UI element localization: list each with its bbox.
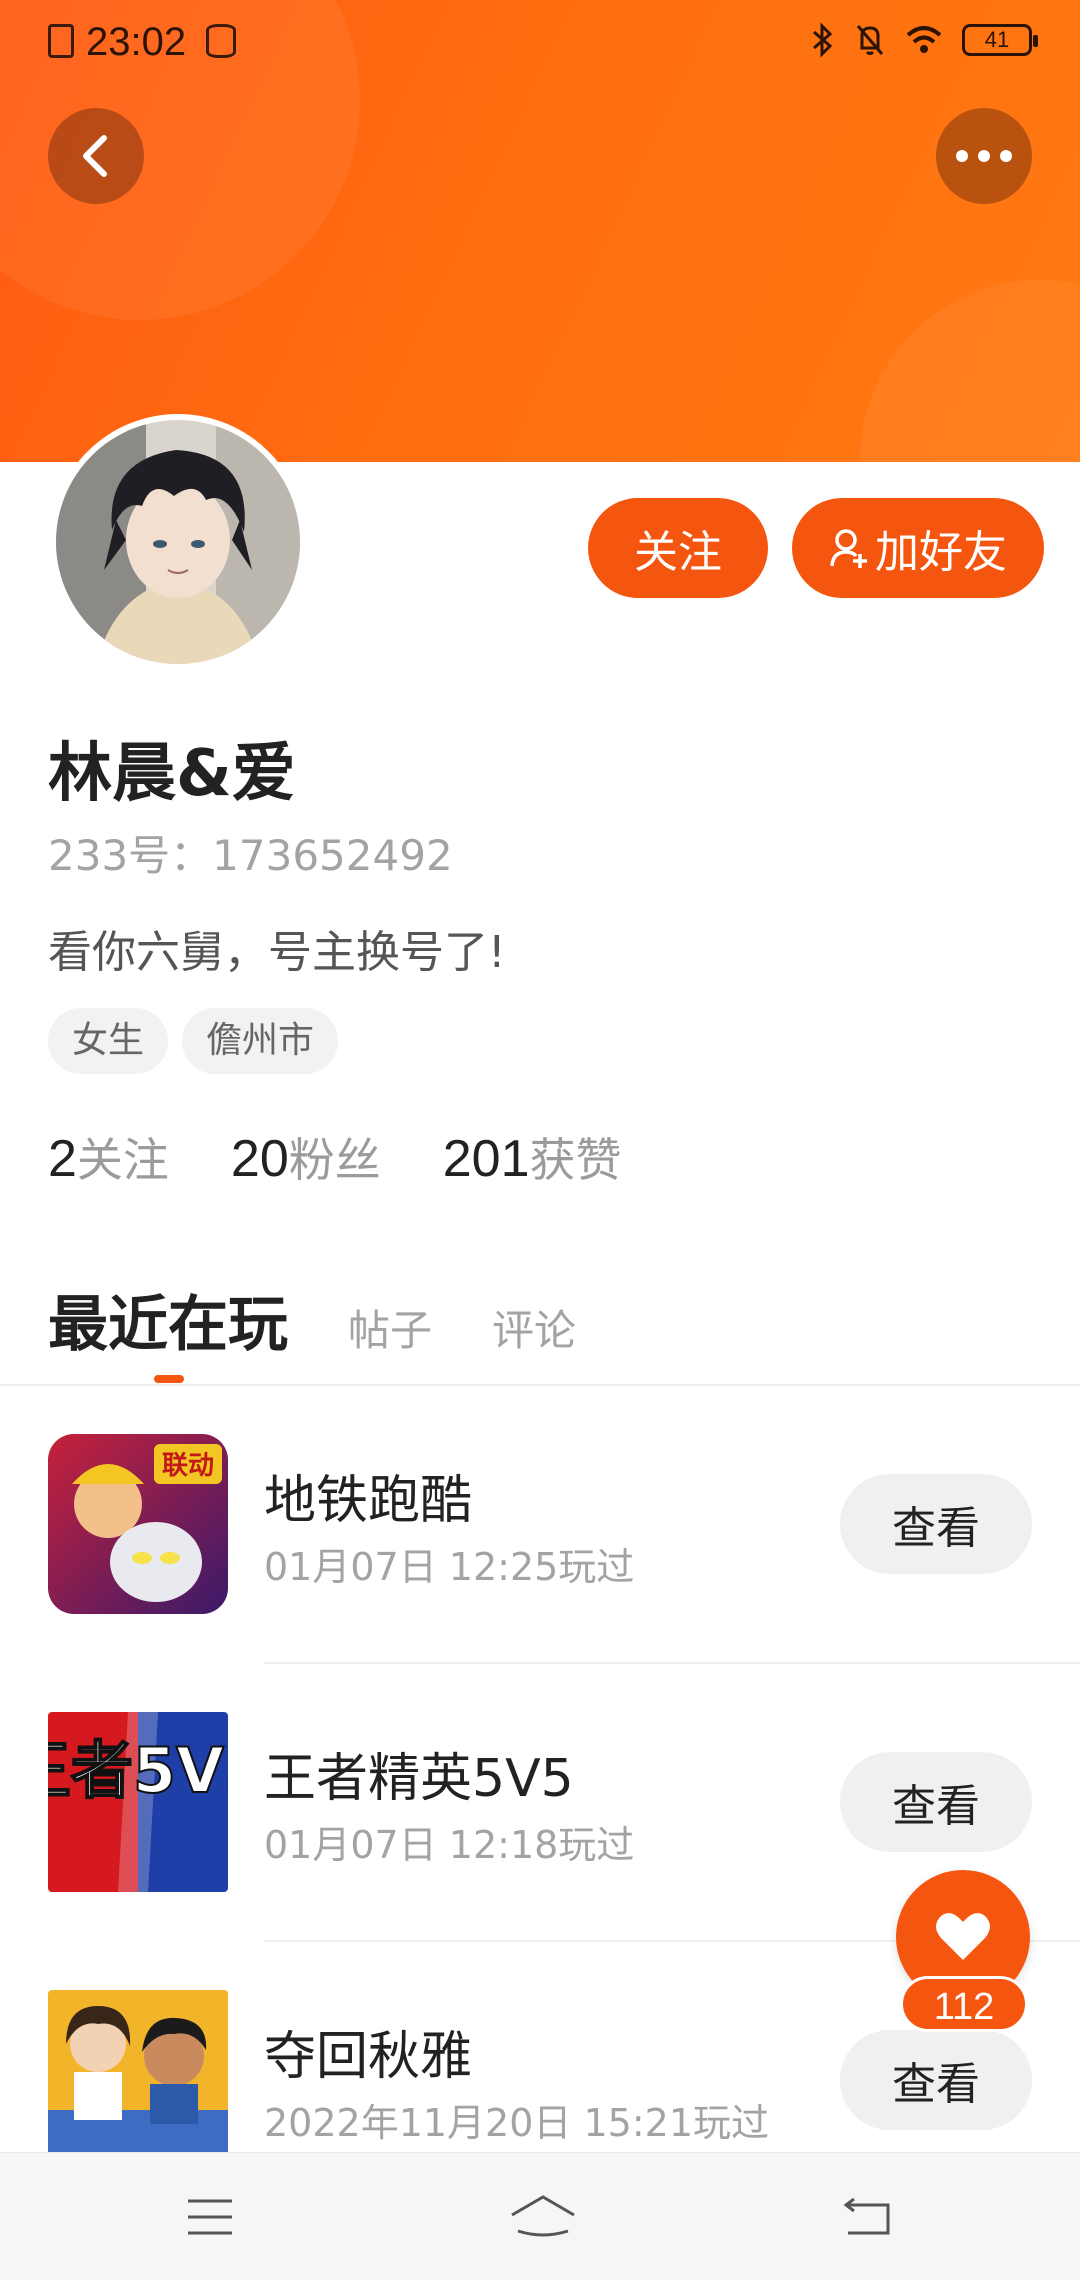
profile-tabs: 最近在玩 帖子 评论 bbox=[48, 1276, 576, 1363]
heart-icon bbox=[936, 1913, 990, 1960]
wifi-icon bbox=[906, 26, 942, 53]
bluetooth-icon bbox=[813, 22, 833, 58]
game-title: 地铁跑酷 bbox=[264, 1471, 473, 1531]
tab-indicator bbox=[154, 1375, 184, 1383]
game-icon-text: 联动 bbox=[162, 1451, 214, 1481]
sim-icon bbox=[48, 24, 74, 58]
game-played-time: 2022年11月20日 15:21玩过 bbox=[264, 2101, 770, 2145]
view-button-label: 查看 bbox=[892, 1781, 980, 1832]
view-button[interactable]: 查看 bbox=[840, 1474, 1032, 1574]
view-button[interactable]: 查看 bbox=[840, 1752, 1032, 1852]
profile-tags: 女生 儋州市 bbox=[48, 1008, 339, 1074]
home-icon[interactable] bbox=[508, 2191, 578, 2243]
database-icon bbox=[206, 24, 236, 58]
profile-name: 林晨&爱 bbox=[48, 737, 296, 811]
view-button-label: 查看 bbox=[892, 1503, 980, 1554]
follow-label: 关注 bbox=[634, 527, 722, 578]
tab-posts[interactable]: 帖子 bbox=[348, 1297, 432, 1358]
like-count-badge: 112 bbox=[900, 1976, 1028, 2032]
status-time: 23:02 bbox=[86, 20, 187, 64]
tab-recent-games[interactable]: 最近在玩 bbox=[48, 1276, 288, 1363]
stat-following-count: 2 bbox=[48, 1130, 77, 1188]
game-title: 夺回秋雅 bbox=[264, 2027, 473, 2087]
tab-comments[interactable]: 评论 bbox=[492, 1297, 576, 1358]
stat-following[interactable]: 2关注 bbox=[48, 1124, 169, 1190]
more-dots-icon bbox=[956, 150, 1012, 162]
follow-button[interactable]: 关注 bbox=[588, 498, 768, 598]
profile-uid: 233号：173652492 bbox=[48, 831, 453, 880]
game-played-time: 01月07日 12:18玩过 bbox=[264, 1823, 635, 1867]
stat-likes[interactable]: 201获赞 bbox=[443, 1124, 622, 1190]
back-nav-icon[interactable] bbox=[838, 2191, 898, 2243]
avatar-image bbox=[56, 420, 300, 664]
stat-followers[interactable]: 20粉丝 bbox=[231, 1124, 381, 1190]
battery-icon: 41 bbox=[962, 24, 1038, 56]
stat-followers-count: 20 bbox=[230, 1130, 289, 1188]
battery-level: 41 bbox=[984, 27, 1010, 52]
stat-likes-count: 201 bbox=[442, 1130, 530, 1188]
tag-city: 儋州市 bbox=[182, 1008, 339, 1074]
stat-following-label: 关注 bbox=[76, 1133, 169, 1187]
tag-gender: 女生 bbox=[48, 1008, 169, 1074]
view-button[interactable]: 查看 bbox=[840, 2030, 1032, 2130]
stat-followers-label: 粉丝 bbox=[288, 1133, 381, 1187]
status-icons: 41 bbox=[810, 22, 1038, 58]
more-button[interactable] bbox=[936, 108, 1032, 204]
game-icon bbox=[48, 1990, 228, 2170]
game-icon: 王者5V5 bbox=[48, 1712, 228, 1892]
system-nav-bar bbox=[0, 2152, 1080, 2280]
banner-decoration bbox=[860, 280, 1080, 462]
status-bar: 23:02 41 bbox=[0, 0, 1080, 84]
menu-icon[interactable] bbox=[180, 2191, 240, 2243]
add-friend-label: 加好友 bbox=[875, 527, 1007, 578]
chevron-left-icon bbox=[83, 135, 107, 177]
game-icon-text: 王者5V5 bbox=[48, 1734, 228, 1807]
view-button-label: 查看 bbox=[892, 2059, 980, 2110]
profile-page: 23:02 41 关注 加好友 林晨&爱 233号：173652492 看你六舅… bbox=[0, 0, 1080, 2280]
profile-bio: 看你六舅，号主换号了! bbox=[48, 927, 506, 978]
game-title: 王者精英5V5 bbox=[264, 1749, 574, 1809]
profile-stats: 2关注 20粉丝 201获赞 bbox=[48, 1124, 622, 1190]
avatar[interactable] bbox=[50, 414, 306, 670]
game-icon: 联动 bbox=[48, 1434, 228, 1614]
mute-icon bbox=[856, 25, 884, 55]
stat-likes-label: 获赞 bbox=[529, 1133, 622, 1187]
list-item[interactable]: 联动 地铁跑酷 01月07日 12:25玩过 查看 bbox=[0, 1386, 1080, 1664]
add-friend-button[interactable]: 加好友 bbox=[792, 498, 1044, 598]
game-played-time: 01月07日 12:25玩过 bbox=[264, 1545, 635, 1589]
add-user-icon bbox=[830, 529, 867, 568]
back-button[interactable] bbox=[48, 108, 144, 204]
